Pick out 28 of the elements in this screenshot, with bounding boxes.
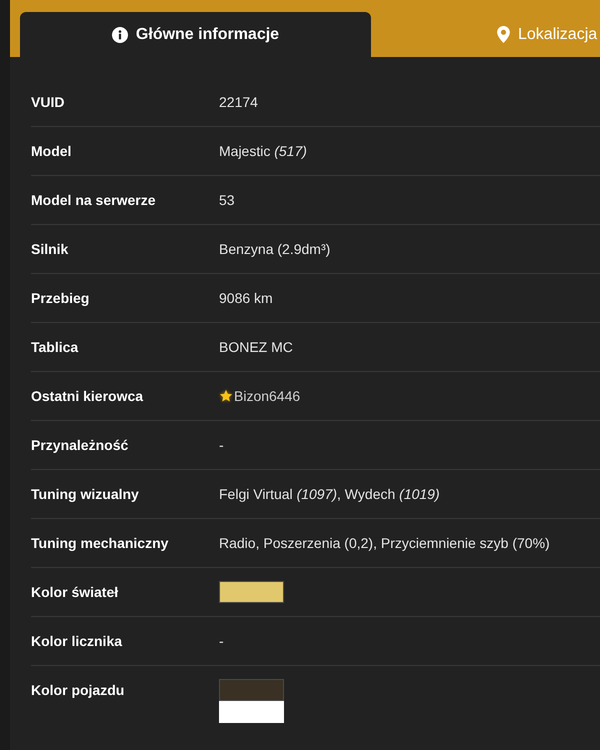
value-text: 53: [219, 191, 235, 210]
value-text: Benzyna (2.9dm³): [219, 240, 330, 259]
field-label: Tablica: [31, 338, 80, 357]
field-label: Silnik: [31, 240, 70, 259]
driver-name: Bizon6446: [234, 387, 300, 406]
field-label: Model: [31, 142, 72, 161]
value-text: -: [219, 632, 224, 651]
field-label: Kolor pojazdu: [31, 681, 126, 700]
value-text: 22174: [219, 93, 258, 112]
tab[interactable]: Główne informacje: [20, 12, 371, 57]
value-text: BONEZ MC: [219, 338, 293, 357]
field-label: Model na serwerze: [31, 191, 156, 210]
star-icon: [219, 389, 233, 403]
field-label: Przynależność: [31, 436, 130, 455]
field-label: Przebieg: [31, 289, 90, 308]
field-label: Tuning mechaniczny: [31, 534, 170, 553]
map-pin-icon: [497, 26, 510, 43]
value-text: Majestic (517): [219, 142, 307, 161]
field-label: VUID: [31, 93, 66, 112]
info-icon: [112, 26, 128, 42]
field-label: Tuning wizualny: [31, 485, 140, 504]
value-text: -: [219, 436, 224, 455]
value-text: Felgi Virtual (1097), Wydech (1019): [219, 485, 440, 504]
field-label: Kolor świateł: [31, 583, 120, 602]
value-text: 9086 km: [219, 289, 273, 308]
field-label: Ostatni kierowca: [31, 387, 144, 406]
field-label: Kolor licznika: [31, 632, 124, 651]
value-text: Radio, Poszerzenia (0,2), Przyciemnienie szyb (70%): [219, 534, 550, 553]
